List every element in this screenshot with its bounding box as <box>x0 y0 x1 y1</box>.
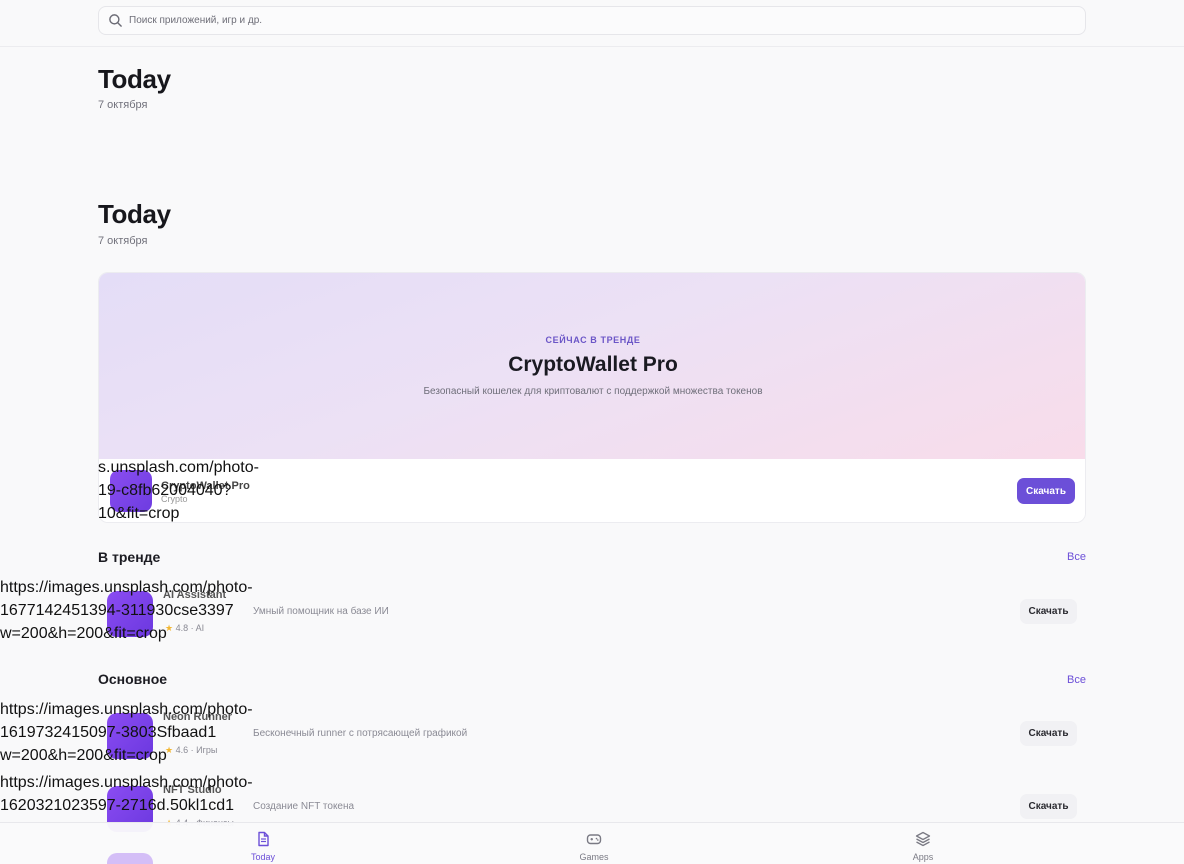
search-icon <box>109 14 122 27</box>
page-date: 7 октября <box>98 99 148 111</box>
broken-image-alt-text: https://images.unsplash.com/photo- 16203… <box>0 774 253 814</box>
tab-apps[interactable]: Apps <box>883 823 963 864</box>
tab-label: Games <box>579 852 609 862</box>
broken-image-alt-text: https://images.unsplash.com/photo- 16197… <box>0 701 253 764</box>
featured-download-button[interactable]: Скачать <box>1017 478 1075 504</box>
featured-banner[interactable]: СЕЙЧАС В ТРЕНДЕ CryptoWallet Pro Безопас… <box>99 273 1085 459</box>
download-button[interactable]: Скачать <box>1020 721 1077 746</box>
featured-description: Безопасный кошелек для криптовалют с под… <box>423 386 763 397</box>
see-all-trending-link[interactable]: Все <box>1040 551 1086 563</box>
top-bar <box>0 0 1184 47</box>
app-icon-peek <box>107 853 153 864</box>
list-item[interactable]: Neon Runner Бесконечный runner с потряса… <box>0 701 1184 771</box>
app-description: Создание NFT токена <box>253 801 355 812</box>
broken-image-alt-text: s.unsplash.com/photo- 19-c8fb62004040? 1… <box>98 459 259 522</box>
app-description: Бесконечный runner с потрясающей графико… <box>253 728 468 739</box>
search-input[interactable] <box>129 15 1029 26</box>
page-date-repeat: 7 октября <box>98 235 148 247</box>
download-button[interactable]: Скачать <box>1020 794 1077 819</box>
section-title-main: Основное <box>98 671 168 687</box>
bottom-tab-bar: Today Games Apps <box>0 822 1184 864</box>
page-title-repeat: Today <box>98 199 171 229</box>
tab-games[interactable]: Games <box>554 823 634 864</box>
layers-icon <box>915 831 931 847</box>
featured-title: CryptoWallet Pro <box>508 353 678 376</box>
search-bar[interactable] <box>98 6 1086 35</box>
list-item[interactable]: AI Assistant Умный помощник на базе ИИ ★… <box>0 579 1184 649</box>
gamepad-icon <box>586 834 602 845</box>
featured-kicker: СЕЙЧАС В ТРЕНДЕ <box>545 335 641 345</box>
tab-today[interactable]: Today <box>223 823 303 864</box>
document-icon <box>258 831 269 847</box>
app-description: Умный помощник на базе ИИ <box>253 606 389 617</box>
broken-image-alt-text: https://images.unsplash.com/photo- 16771… <box>0 579 253 642</box>
tab-label: Apps <box>912 852 934 862</box>
download-button[interactable]: Скачать <box>1020 599 1077 624</box>
see-all-main-link[interactable]: Все <box>1040 674 1086 686</box>
section-title-trending: В тренде <box>98 549 161 565</box>
tab-label: Today <box>250 852 276 862</box>
page-title: Today <box>98 64 171 94</box>
